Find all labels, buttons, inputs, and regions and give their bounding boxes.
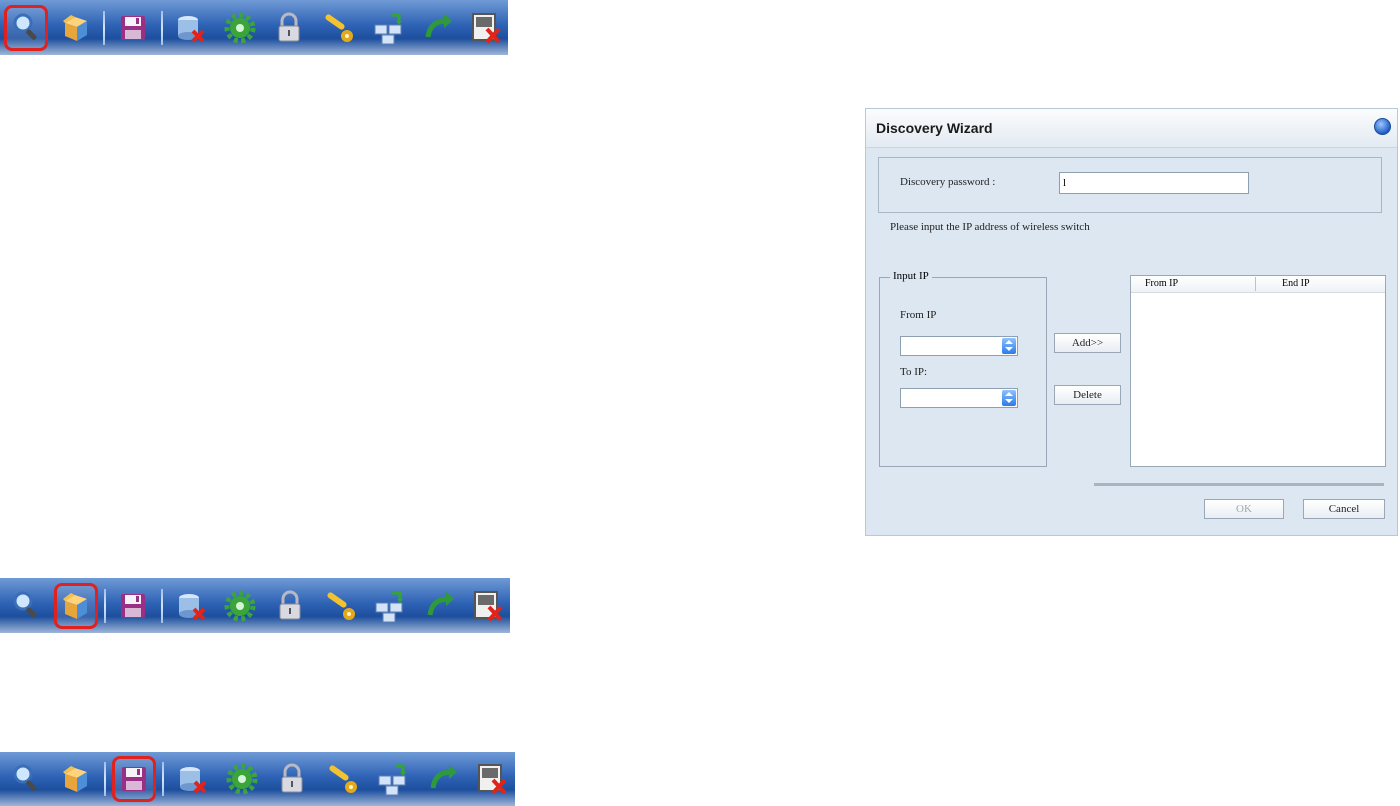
- exit-button[interactable]: [465, 5, 508, 51]
- wrench-icon: [324, 12, 354, 42]
- dialog-title-bar[interactable]: Discovery Wizard: [866, 109, 1397, 148]
- undo-button[interactable]: [420, 756, 464, 802]
- database-delete-button[interactable]: [170, 756, 214, 802]
- delete-button[interactable]: Delete: [1054, 385, 1121, 405]
- separator: [161, 588, 164, 623]
- undo-arrow-icon: [418, 9, 456, 47]
- settings-button[interactable]: [219, 583, 263, 629]
- lock-button[interactable]: [270, 756, 314, 802]
- box-button[interactable]: [54, 756, 98, 802]
- lock-icon: [280, 763, 304, 794]
- toolbar-top: [0, 0, 508, 55]
- save-icon: [120, 15, 145, 40]
- separator: [104, 762, 106, 796]
- separator: [103, 588, 106, 623]
- password-label: Discovery password :: [900, 176, 996, 188]
- discovery-wizard-dialog: Discovery Wizard Discovery password : l …: [865, 108, 1398, 536]
- lock-button[interactable]: [267, 5, 310, 51]
- network-icon: [373, 13, 404, 45]
- database-delete-icon: [176, 13, 206, 43]
- exit-button[interactable]: [466, 583, 510, 629]
- separator: [103, 10, 106, 45]
- gear-icon: [223, 760, 261, 798]
- help-icon[interactable]: [1374, 118, 1391, 135]
- save-button[interactable]: [112, 756, 156, 802]
- box-icon: [62, 592, 87, 619]
- save-button[interactable]: [111, 5, 154, 51]
- exit-button[interactable]: [470, 756, 514, 802]
- box-button[interactable]: [54, 5, 97, 51]
- input-ip-group: Input IP From IP To IP:: [879, 270, 1047, 467]
- list-header: From IP End IP: [1131, 276, 1385, 293]
- wrench-icon: [325, 590, 355, 620]
- tools-button[interactable]: [320, 756, 364, 802]
- search-icon: [13, 764, 39, 794]
- network-button[interactable]: [370, 756, 414, 802]
- box-icon: [63, 766, 87, 792]
- database-delete-button[interactable]: [169, 5, 212, 51]
- database-delete-icon: [176, 591, 206, 621]
- separator: [160, 10, 163, 45]
- exit-icon: [477, 763, 507, 795]
- network-icon: [374, 591, 405, 623]
- tools-button[interactable]: [318, 583, 362, 629]
- input-ip-legend: Input IP: [890, 270, 932, 282]
- tools-button[interactable]: [317, 5, 360, 51]
- box-button[interactable]: [53, 582, 98, 629]
- lock-icon: [278, 590, 302, 620]
- undo-arrow-icon: [420, 587, 458, 625]
- save-icon: [122, 767, 146, 791]
- network-button[interactable]: [367, 583, 411, 629]
- to-ip-label: To IP:: [900, 366, 928, 378]
- lock-icon: [277, 12, 301, 42]
- exit-icon: [471, 11, 502, 44]
- undo-arrow-icon: [423, 760, 461, 798]
- search-button[interactable]: [4, 756, 48, 802]
- database-delete-button[interactable]: [169, 583, 213, 629]
- from-ip-label: From IP: [900, 309, 937, 321]
- save-button[interactable]: [112, 583, 156, 629]
- column-header-end-ip[interactable]: End IP: [1282, 278, 1310, 289]
- dialog-title: Discovery Wizard: [876, 120, 993, 136]
- gear-icon: [221, 9, 259, 47]
- spinner-icon[interactable]: [1002, 338, 1016, 354]
- wrench-icon: [328, 764, 357, 793]
- cancel-button[interactable]: Cancel: [1303, 499, 1385, 519]
- settings-button[interactable]: [218, 5, 261, 51]
- database-delete-icon: [178, 765, 207, 794]
- search-button[interactable]: [4, 4, 48, 51]
- password-input[interactable]: l: [1059, 172, 1249, 194]
- separator: [162, 762, 164, 796]
- column-header-from-ip[interactable]: From IP: [1145, 278, 1178, 289]
- undo-button[interactable]: [415, 5, 458, 51]
- settings-button[interactable]: [220, 756, 264, 802]
- toolbar-bottom: [0, 752, 515, 806]
- ip-range-list[interactable]: From IP End IP: [1130, 275, 1386, 467]
- box-icon: [62, 14, 87, 41]
- from-ip-combobox[interactable]: [900, 336, 1018, 356]
- lock-button[interactable]: [268, 583, 312, 629]
- network-button[interactable]: [366, 5, 409, 51]
- search-icon: [13, 13, 39, 42]
- gear-icon: [221, 587, 259, 625]
- search-icon: [13, 591, 39, 620]
- add-button[interactable]: Add>>: [1054, 333, 1121, 353]
- to-ip-combobox[interactable]: [900, 388, 1018, 408]
- search-button[interactable]: [4, 583, 48, 629]
- save-icon: [121, 593, 146, 618]
- password-section: Discovery password : l: [878, 157, 1382, 213]
- toolbar-middle: [0, 578, 510, 633]
- undo-button[interactable]: [417, 583, 461, 629]
- instruction-text: Please input the IP address of wireless …: [890, 221, 1090, 233]
- ok-button[interactable]: OK: [1204, 499, 1284, 519]
- network-icon: [377, 764, 408, 797]
- column-divider[interactable]: [1255, 277, 1256, 291]
- exit-icon: [473, 589, 504, 622]
- divider: [1094, 483, 1384, 486]
- spinner-icon[interactable]: [1002, 390, 1016, 406]
